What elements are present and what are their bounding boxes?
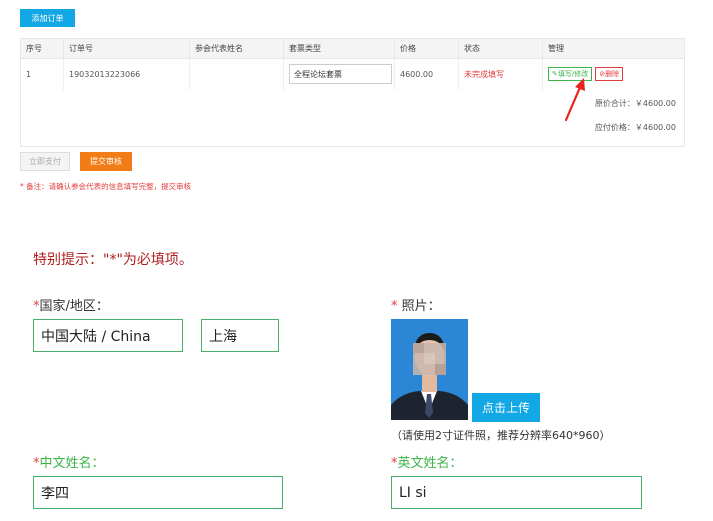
column-header-order-no: 订单号	[63, 38, 190, 59]
submit-review-button[interactable]: 提交审核	[80, 152, 132, 171]
english-name-label: *英文姓名：	[391, 456, 463, 471]
payable-total: 应付价格：￥4600.00	[594, 123, 676, 132]
cell-index: 1	[20, 58, 64, 90]
photo-label: * 照片：	[391, 299, 441, 314]
ticket-type-select[interactable]: 全程论坛套票	[289, 64, 392, 85]
country-label: *国家/地区：	[33, 299, 109, 314]
pay-now-button[interactable]: 立即支付	[20, 152, 70, 171]
column-header-ticket-type: 套票类型	[283, 38, 395, 59]
required-tip: 特别提示："*"为必填项。	[33, 252, 193, 268]
column-header-status: 状态	[458, 38, 543, 59]
required-star: *	[391, 299, 398, 314]
delete-button[interactable]: ⊘删除	[595, 67, 624, 82]
status-badge: 未完成填写	[464, 69, 504, 79]
upload-button[interactable]: 点击上传	[472, 393, 540, 422]
chinese-name-input[interactable]: 李四	[33, 476, 283, 509]
column-header-price: 价格	[394, 38, 459, 59]
attendee-form: 特别提示："*"为必填项。 *国家/地区： 中国大陆 / China 上海 * …	[0, 228, 713, 521]
order-panel: 添加订单 序号 订单号 参会代表姓名 套票类型 价格 状态 管理 1 19032…	[14, 0, 690, 208]
red-arrow-icon	[564, 78, 585, 122]
column-header-attendee: 参会代表姓名	[189, 38, 284, 59]
note-text: * 备注：请确认参会代表的信息填写完整，提交审核	[20, 182, 192, 191]
column-header-manage: 管理	[542, 38, 685, 59]
add-order-button[interactable]: 添加订单	[20, 9, 75, 27]
cell-status: 未完成填写	[458, 58, 543, 90]
original-total: 原价合计：￥4600.00	[594, 99, 676, 108]
cell-order-no: 19032013223066	[63, 58, 190, 90]
column-header-index: 序号	[20, 38, 64, 59]
cell-price: 4600.00	[394, 58, 459, 90]
city-select[interactable]: 上海	[201, 319, 279, 352]
chinese-name-label: *中文姓名：	[33, 456, 105, 471]
photo-hint: （请使用2寸证件照，推荐分辨率640*960）	[391, 429, 611, 442]
cell-ticket-type: 全程论坛套票	[283, 58, 395, 90]
country-select[interactable]: 中国大陆 / China	[33, 319, 183, 352]
cell-attendee-name	[189, 58, 284, 90]
english-name-input[interactable]: LI si	[391, 476, 642, 509]
table-header-row: 序号 订单号 参会代表姓名 套票类型 价格 状态 管理	[20, 38, 685, 59]
id-photo	[391, 319, 468, 420]
